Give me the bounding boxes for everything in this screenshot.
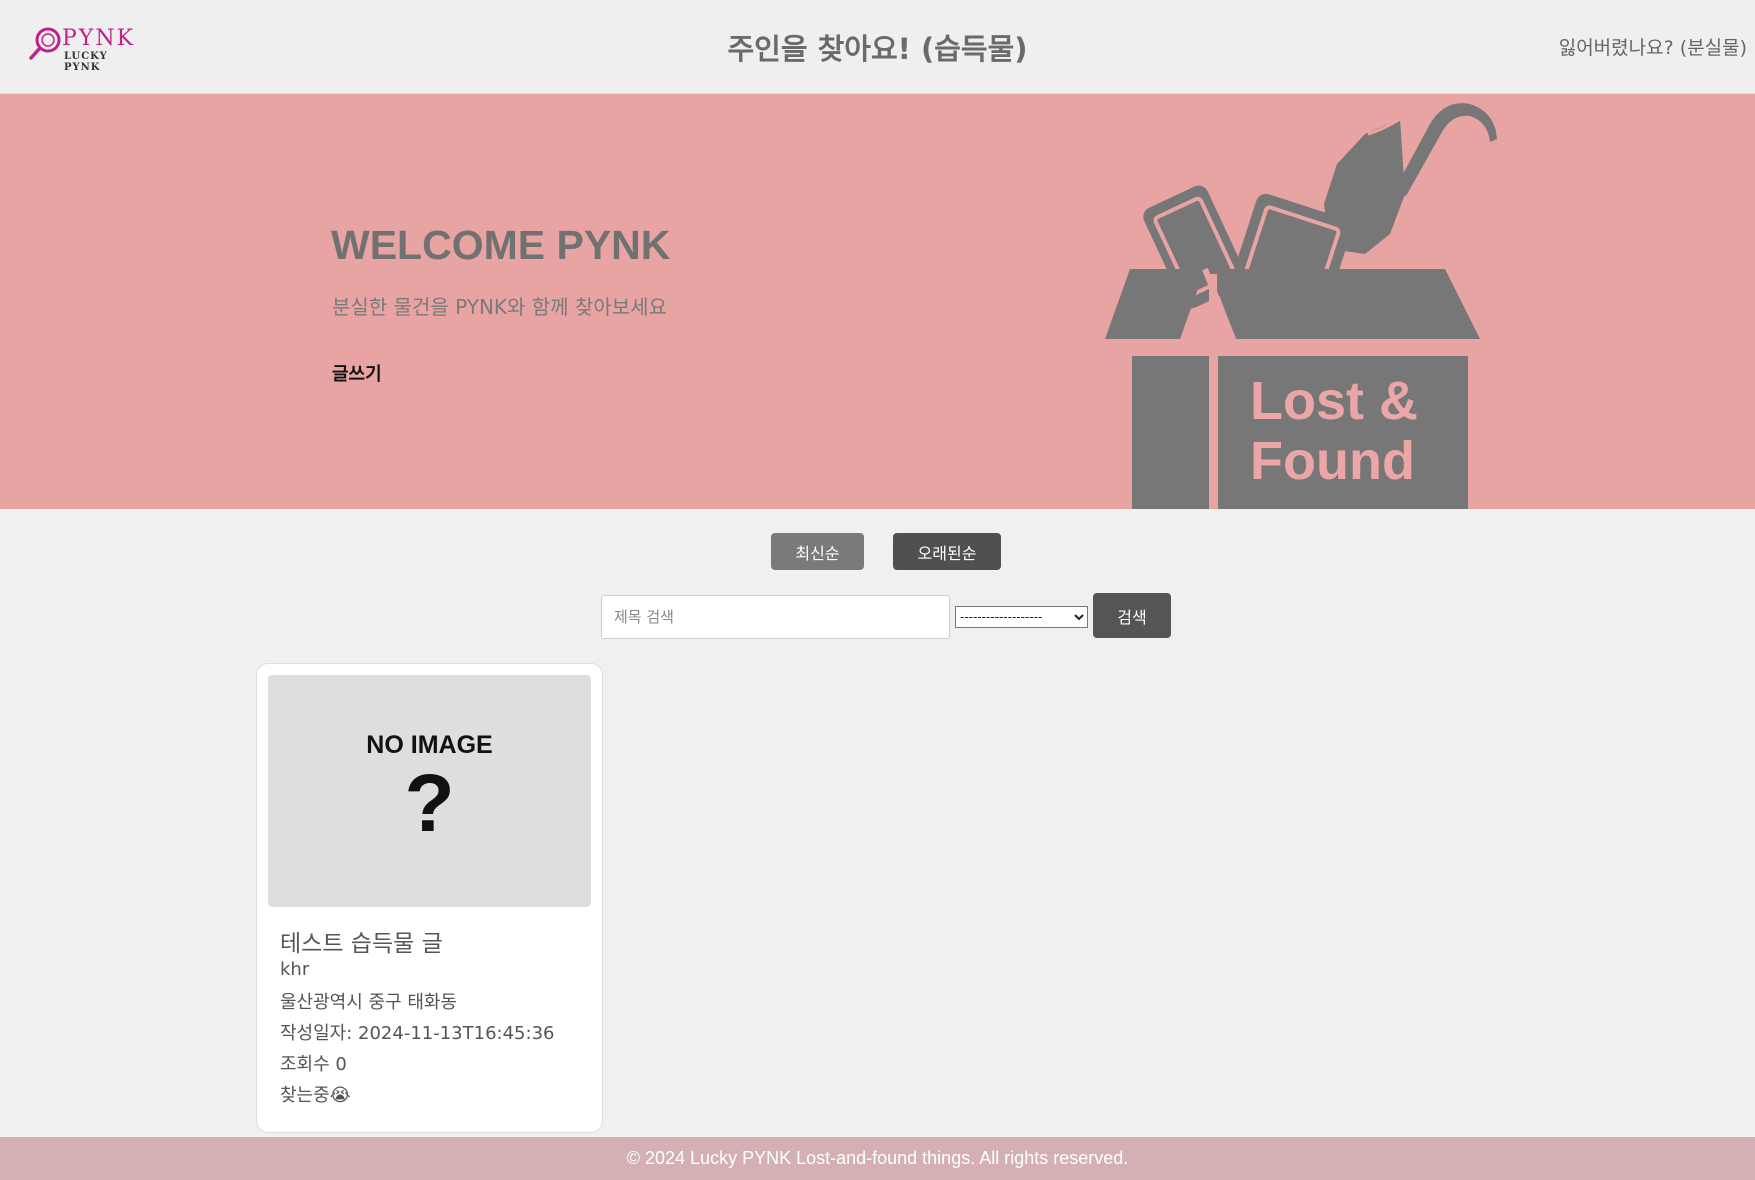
- box-right-flap: [1210, 269, 1480, 339]
- search-title-input[interactable]: [601, 595, 950, 639]
- sort-newest-button[interactable]: 최신순: [771, 533, 864, 570]
- post-location: 울산광역시 중구 태화동: [280, 992, 458, 1013]
- post-status: 찾는중😭: [280, 1085, 351, 1106]
- page-title: 주인을 찾아요! (습득물): [727, 32, 1028, 66]
- art-text-line1: Lost &: [1250, 371, 1418, 431]
- art-text-line2: Found: [1250, 431, 1415, 491]
- post-author: khr: [280, 959, 310, 980]
- hero-subtitle: 분실한 물건을 PYNK와 함께 찾아보세요: [332, 295, 667, 319]
- footer-copyright: © 2024 Lucky PYNK Lost-and-found things.…: [626, 1148, 1129, 1168]
- post-card[interactable]: NO IMAGE ? 테스트 습득물 글 khr 울산광역시 중구 태화동 작성…: [256, 663, 603, 1133]
- no-image-placeholder: NO IMAGE ?: [268, 675, 591, 907]
- box-left-side: [1132, 356, 1210, 509]
- lost-and-found-box-illustration: Lost & Found: [1105, 103, 1497, 509]
- question-mark-icon: ?: [404, 758, 455, 849]
- sort-oldest-button[interactable]: 오래된순: [893, 533, 1001, 570]
- top-header: PYNK LUCKY PYNK 주인을 찾아요! (습득물) 잃어버렸나요? (…: [0, 0, 1755, 94]
- box-left-flap: [1105, 269, 1205, 339]
- footer: © 2024 Lucky PYNK Lost-and-found things.…: [0, 1137, 1755, 1180]
- category-select[interactable]: -------------------: [955, 606, 1088, 628]
- post-date: 작성일자: 2024-11-13T16:45:36: [280, 1023, 555, 1044]
- search-button[interactable]: 검색: [1093, 593, 1171, 638]
- post-title[interactable]: 테스트 습득물 글: [280, 924, 443, 958]
- post-views: 조회수 0: [280, 1054, 347, 1075]
- lost-items-link[interactable]: 잃어버렸나요? (분실물): [1559, 33, 1747, 60]
- hero-title: WELCOME PYNK: [331, 222, 671, 268]
- write-post-link[interactable]: 글쓰기: [332, 360, 382, 386]
- no-image-text: NO IMAGE: [366, 731, 493, 759]
- hero-banner: WELCOME PYNK 분실한 물건을 PYNK와 함께 찾아보세요 글쓰기 …: [0, 94, 1755, 509]
